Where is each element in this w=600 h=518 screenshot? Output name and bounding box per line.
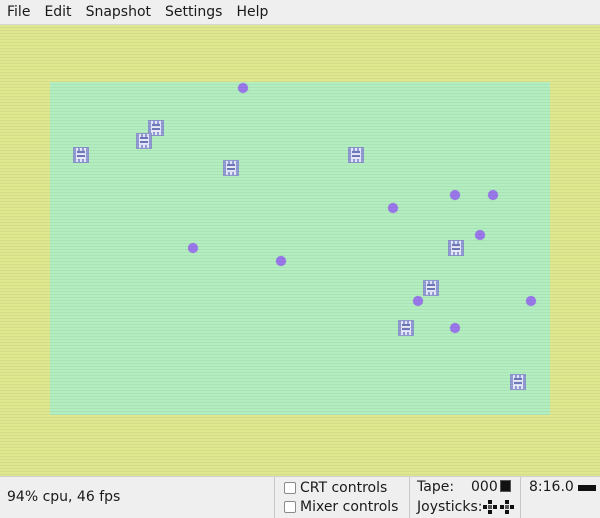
performance-readout: 94% cpu, 46 fps: [7, 489, 121, 505]
ball-sprite: [526, 296, 536, 306]
status-divider: [520, 477, 521, 518]
checker-block-icon: [136, 133, 152, 149]
menu-bar: File Edit Snapshot Settings Help: [0, 0, 600, 25]
ball-sprite: [413, 296, 423, 306]
ball-sprite: [475, 230, 485, 240]
mixer-controls-checkbox[interactable]: [284, 501, 296, 513]
emulator-screen[interactable]: [0, 25, 600, 476]
ball-sprite: [450, 190, 460, 200]
checker-block-icon: [423, 280, 439, 296]
emulation-clock: 8:16.0: [529, 479, 574, 495]
ball-sprite: [488, 190, 498, 200]
checker-block-icon: [448, 240, 464, 256]
joystick-2-icon[interactable]: [499, 499, 515, 515]
checker-block-icon: [223, 160, 239, 176]
status-bar: 94% cpu, 46 fps CRT controls Mixer contr…: [0, 476, 600, 518]
menu-help[interactable]: Help: [229, 0, 275, 24]
mixer-controls-toggle[interactable]: Mixer controls: [284, 499, 398, 515]
menu-file[interactable]: File: [0, 0, 37, 24]
mixer-controls-label: Mixer controls: [300, 499, 399, 515]
tape-label: Tape:: [417, 479, 455, 495]
checker-block-icon: [73, 147, 89, 163]
clock-progress-icon: [578, 485, 596, 491]
ball-sprite: [238, 83, 248, 93]
menu-settings[interactable]: Settings: [158, 0, 229, 24]
status-divider: [409, 477, 410, 518]
screen-paper-area: [50, 82, 550, 415]
ball-sprite: [388, 203, 398, 213]
joystick-1-icon[interactable]: [482, 499, 498, 515]
checker-block-icon: [398, 320, 414, 336]
crt-controls-label: CRT controls: [300, 480, 388, 496]
tape-counter: 000: [471, 479, 498, 495]
tape-state-icon[interactable]: [500, 480, 511, 492]
menu-edit[interactable]: Edit: [37, 0, 78, 24]
ball-sprite: [450, 323, 460, 333]
crt-controls-checkbox[interactable]: [284, 482, 296, 494]
ball-sprite: [276, 256, 286, 266]
status-divider: [274, 477, 275, 518]
checker-block-icon: [148, 120, 164, 136]
checker-block-icon: [348, 147, 364, 163]
ball-sprite: [188, 243, 198, 253]
menu-snapshot[interactable]: Snapshot: [79, 0, 158, 24]
joysticks-label: Joysticks:: [417, 499, 483, 515]
crt-controls-toggle[interactable]: CRT controls: [284, 480, 387, 496]
checker-block-icon: [510, 374, 526, 390]
